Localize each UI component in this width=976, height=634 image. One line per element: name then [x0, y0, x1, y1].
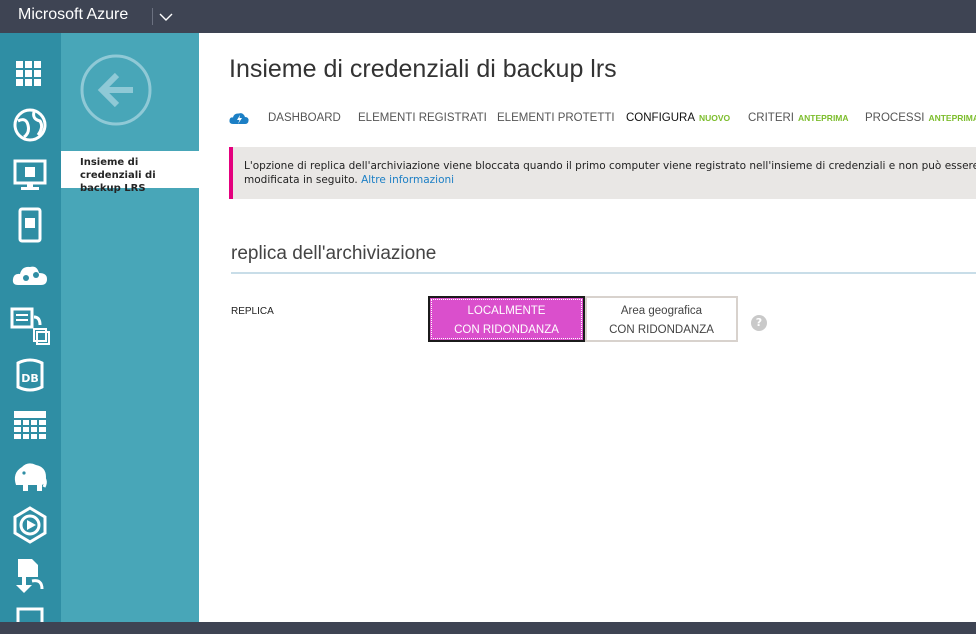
tab-criteri[interactable]: CRITERI ANTEPRIMA	[748, 112, 849, 124]
tab-label: CONFIGURA	[626, 112, 695, 124]
left-nav: DB	[0, 33, 61, 622]
brand-title[interactable]: Microsoft Azure	[18, 6, 128, 24]
subnav-item-backup-vault[interactable]: Insieme di credenziali di backup LRS	[61, 151, 199, 194]
info-notice: L'opzione di replica dell'archiviazione …	[229, 147, 976, 199]
cloud-service-icon[interactable]	[10, 255, 50, 295]
grid-all-items-icon[interactable]	[10, 55, 50, 95]
tab-label: ELEMENTI PROTETTI	[497, 112, 615, 124]
option-line: LOCALMENTE	[467, 305, 546, 317]
mobile-service-icon[interactable]	[10, 205, 50, 245]
replica-label: REPLICA	[231, 306, 274, 317]
bottom-bar	[0, 622, 976, 634]
secondary-nav: Insieme di credenziali di backup LRS	[61, 33, 199, 622]
main-content: Insieme di credenziali di backup lrs DAS…	[199, 33, 976, 622]
service-bus-icon[interactable]	[10, 555, 50, 595]
tab-label: ELEMENTI REGISTRATI	[358, 112, 487, 124]
learn-more-link[interactable]: Altre informazioni	[361, 174, 454, 186]
tab-label: PROCESSI	[865, 112, 925, 124]
page-title: Insieme di credenziali di backup lrs	[229, 55, 617, 83]
section-divider	[231, 272, 976, 274]
storage-table-icon[interactable]	[10, 405, 50, 445]
tab-elementi-protetti[interactable]: ELEMENTI PROTETTI	[497, 112, 615, 124]
tab-badge-preview: ANTEPRIMA	[798, 113, 849, 123]
locally-redundant-option[interactable]: LOCALMENTE CON RIDONDANZA	[428, 296, 585, 342]
chevron-down-icon[interactable]	[158, 9, 174, 25]
tab-processi[interactable]: PROCESSI ANTEPRIMA	[865, 112, 976, 124]
batch-service-icon[interactable]	[10, 305, 50, 345]
tab-label: DASHBOARD	[268, 112, 341, 124]
option-line: CON RIDONDANZA	[454, 324, 559, 336]
tab-label: CRITERI	[748, 112, 794, 124]
tab-badge-new: NUOVO	[699, 113, 731, 123]
more-icon[interactable]	[10, 605, 50, 622]
web-globe-icon[interactable]	[10, 105, 50, 145]
virtual-machine-icon[interactable]	[10, 155, 50, 195]
tab-elementi-registrati[interactable]: ELEMENTI REGISTRATI	[358, 112, 487, 124]
svg-text:DB: DB	[21, 372, 39, 385]
top-bar: Microsoft Azure	[0, 0, 976, 33]
tab-configura[interactable]: CONFIGURA NUOVO	[626, 112, 730, 124]
section-title: replica dell'archiviazione	[231, 243, 437, 264]
brand-separator	[152, 8, 153, 25]
tab-badge-preview: ANTEPRIMA	[928, 113, 976, 123]
option-line: Area geografica	[620, 305, 703, 317]
cloud-lightning-icon[interactable]	[229, 111, 249, 125]
option-line: CON RIDONDANZA	[609, 324, 714, 336]
geo-redundant-option[interactable]: Area geografica CON RIDONDANZA	[585, 296, 738, 342]
media-service-icon[interactable]	[10, 505, 50, 545]
help-icon[interactable]: ?	[751, 315, 767, 331]
notice-text: L'opzione di replica dell'archiviazione …	[244, 160, 976, 186]
sql-database-icon[interactable]: DB	[10, 355, 50, 395]
back-arrow-icon[interactable]	[79, 53, 153, 127]
tab-dashboard[interactable]: DASHBOARD	[268, 112, 341, 124]
hdinsight-elephant-icon[interactable]	[10, 455, 50, 495]
